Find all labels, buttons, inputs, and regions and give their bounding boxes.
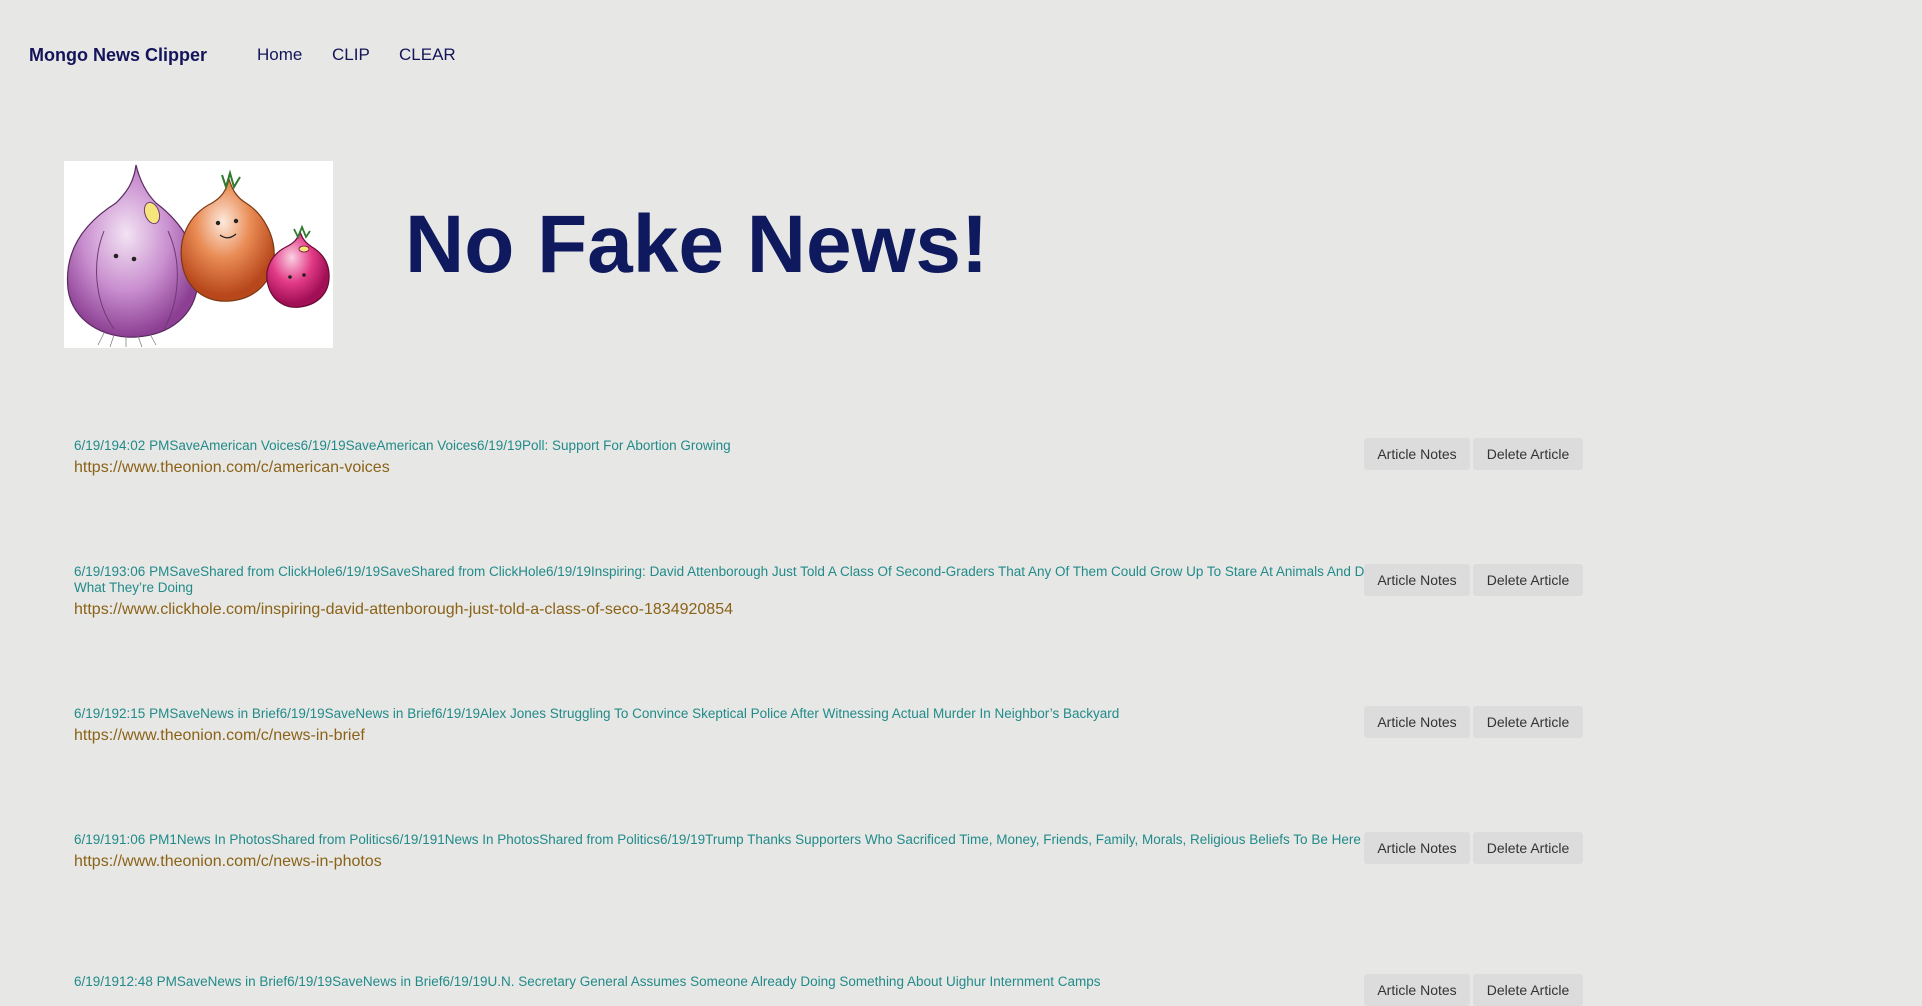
article-actions: Article Notes Delete Article [1364,974,1583,1006]
article-headline[interactable]: 6/19/192:15 PMSaveNews in Brief6/19/19Sa… [74,706,1414,722]
article-headline[interactable]: 6/19/191:06 PM1News In PhotosShared from… [74,832,1414,848]
article-notes-button[interactable]: Article Notes [1364,564,1470,596]
article-headline[interactable]: 6/19/1912:48 PMSaveNews in Brief6/19/19S… [74,974,1414,990]
article-actions: Article Notes Delete Article [1364,564,1583,596]
article-actions: Article Notes Delete Article [1364,832,1583,864]
brand-logo-text[interactable]: Mongo News Clipper [29,45,207,66]
onions-image [66,164,330,348]
article-link[interactable]: https://www.clickhole.com/inspiring-davi… [74,601,1659,619]
nav-link-home[interactable]: Home [257,45,302,65]
article-actions: Article Notes Delete Article [1364,438,1583,470]
article-notes-button[interactable]: Article Notes [1364,974,1470,1006]
nav-link-clip[interactable]: CLIP [332,45,370,65]
article-actions: Article Notes Delete Article [1364,706,1583,738]
article-headline[interactable]: 6/19/193:06 PMSaveShared from ClickHole6… [74,564,1414,596]
article-notes-button[interactable]: Article Notes [1364,832,1470,864]
navbar: Mongo News Clipper Home CLIP CLEAR [0,0,1922,110]
delete-article-button[interactable]: Delete Article [1473,564,1583,596]
delete-article-button[interactable]: Delete Article [1473,832,1583,864]
article-notes-button[interactable]: Article Notes [1364,438,1470,470]
onions-illustration [64,161,333,348]
hero-title: No Fake News! [405,199,989,290]
delete-article-button[interactable]: Delete Article [1473,706,1583,738]
delete-article-button[interactable]: Delete Article [1473,974,1583,1006]
delete-article-button[interactable]: Delete Article [1473,438,1583,470]
nav-link-clear[interactable]: CLEAR [399,45,456,65]
article-notes-button[interactable]: Article Notes [1364,706,1470,738]
article-headline[interactable]: 6/19/194:02 PMSaveAmerican Voices6/19/19… [74,438,1414,454]
